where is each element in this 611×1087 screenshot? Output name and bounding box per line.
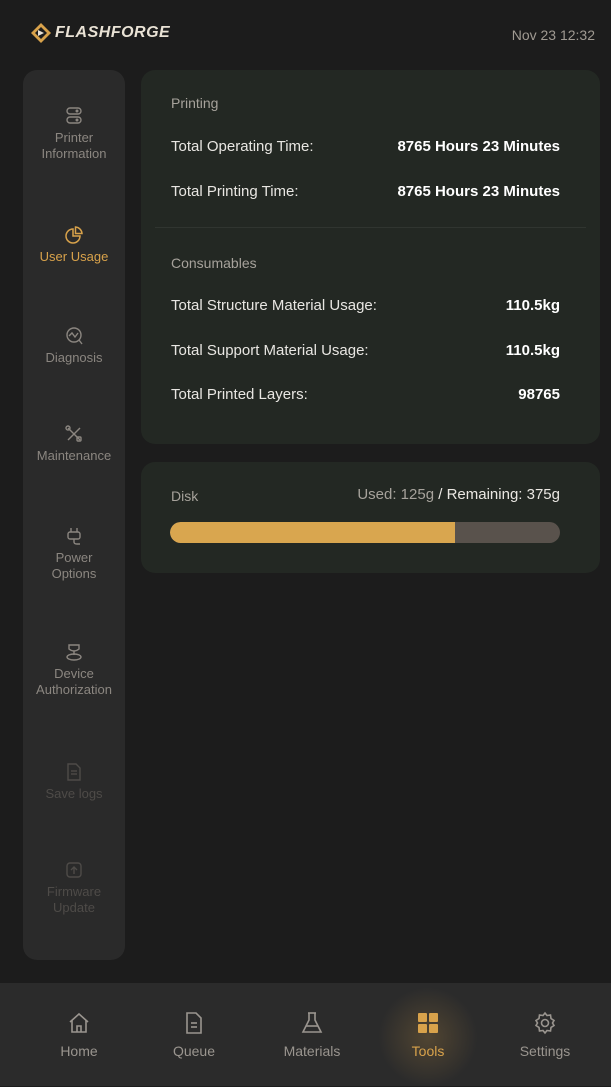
sidebar-item-label: Maintenance (36, 448, 112, 463)
printed-layers-label: Total Printed Layers: (171, 386, 308, 403)
status-bar: FLASHFORGE Nov 23 12:32 (0, 0, 611, 64)
sidebar-item-maintenance[interactable]: Maintenance (23, 424, 125, 464)
sidebar-item-label: User Usage (39, 249, 109, 264)
sidebar-item-label: Printer Information (41, 130, 107, 161)
sidebar-item-label: Power Options (51, 550, 97, 581)
home-icon (69, 1012, 89, 1033)
brand-logo: FLASHFORGE (30, 22, 170, 44)
nav-settings[interactable]: Settings (500, 983, 590, 1086)
disk-usage-text: Used: 125g / Remaining: 375g (357, 486, 560, 503)
printing-section-title: Printing (171, 95, 219, 111)
structure-material-value: 110.5kg (505, 297, 560, 314)
sidebar-item-label: Diagnosis (45, 350, 103, 365)
operating-time-label: Total Operating Time: (171, 138, 314, 155)
support-material-label: Total Support Material Usage: (171, 342, 369, 359)
nav-home[interactable]: Home (34, 983, 124, 1086)
plug-icon (67, 528, 81, 545)
structure-material-label: Total Structure Material Usage: (171, 297, 377, 314)
printing-time-value: 8765 Hours 23 Minutes (397, 183, 560, 200)
disk-card: Disk Used: 125g / Remaining: 375g (141, 462, 600, 573)
printed-layers-value: 98765 (518, 386, 560, 403)
sidebar-item-printer-information[interactable]: Printer Information (23, 106, 125, 162)
bottom-navigation: Home Queue Materials Tools Settings (0, 983, 611, 1087)
date-time: Nov 23 12:32 (511, 27, 595, 43)
gear-icon (534, 1011, 556, 1035)
nav-label: Tools (411, 1043, 445, 1059)
authorization-icon (66, 644, 82, 661)
sidebar-item-user-usage[interactable]: User Usage (23, 225, 125, 265)
nav-queue[interactable]: Queue (149, 983, 239, 1086)
nav-label: Materials (283, 1043, 341, 1059)
nav-tools[interactable]: Tools (383, 983, 473, 1086)
sidebar-item-diagnosis[interactable]: Diagnosis (23, 326, 125, 366)
flask-icon (301, 1012, 323, 1033)
operating-time-value: 8765 Hours 23 Minutes (397, 138, 560, 155)
disk-usage-bar-fill (170, 522, 455, 543)
flashforge-logo-icon (31, 23, 51, 43)
sidebar-item-label: Device Authorization (36, 666, 112, 697)
disk-used-text: Used: 125g (357, 486, 435, 503)
nav-materials[interactable]: Materials (267, 983, 357, 1086)
sidebar-item-power-options[interactable]: Power Options (23, 526, 125, 582)
sidebar-item-firmware-update[interactable]: Firmware Update (23, 860, 125, 916)
disk-separator: / (434, 486, 447, 503)
tools-sidebar: Printer Information User Usage Diagnosis… (23, 70, 125, 960)
nav-label: Home (60, 1043, 98, 1059)
disk-remaining-text: Remaining: 375g (446, 486, 560, 503)
printing-time-label: Total Printing Time: (171, 183, 299, 200)
sidebar-item-label: Save logs (45, 786, 103, 801)
tools-icon (65, 425, 82, 442)
document-icon (67, 763, 81, 781)
nav-label: Settings (519, 1043, 571, 1059)
sidebar-item-save-logs[interactable]: Save logs (23, 762, 125, 802)
sidebar-item-label: Firmware Update (46, 884, 102, 915)
grid-icon (418, 1013, 438, 1033)
nav-label: Queue (172, 1043, 216, 1059)
disk-usage-bar (170, 522, 560, 543)
firmware-upload-icon (66, 862, 82, 878)
queue-document-icon (186, 1012, 202, 1034)
section-divider (155, 227, 586, 228)
brand-name: FLASHFORGE (55, 24, 171, 41)
diagnosis-icon (66, 327, 83, 345)
consumables-section-title: Consumables (171, 255, 257, 271)
printer-info-icon (66, 107, 82, 124)
disk-title: Disk (171, 488, 199, 504)
sidebar-item-device-authorization[interactable]: Device Authorization (23, 642, 125, 698)
usage-card: Printing Total Operating Time: 8765 Hour… (141, 70, 600, 444)
pie-chart-icon (65, 226, 83, 244)
support-material-value: 110.5kg (505, 342, 560, 359)
